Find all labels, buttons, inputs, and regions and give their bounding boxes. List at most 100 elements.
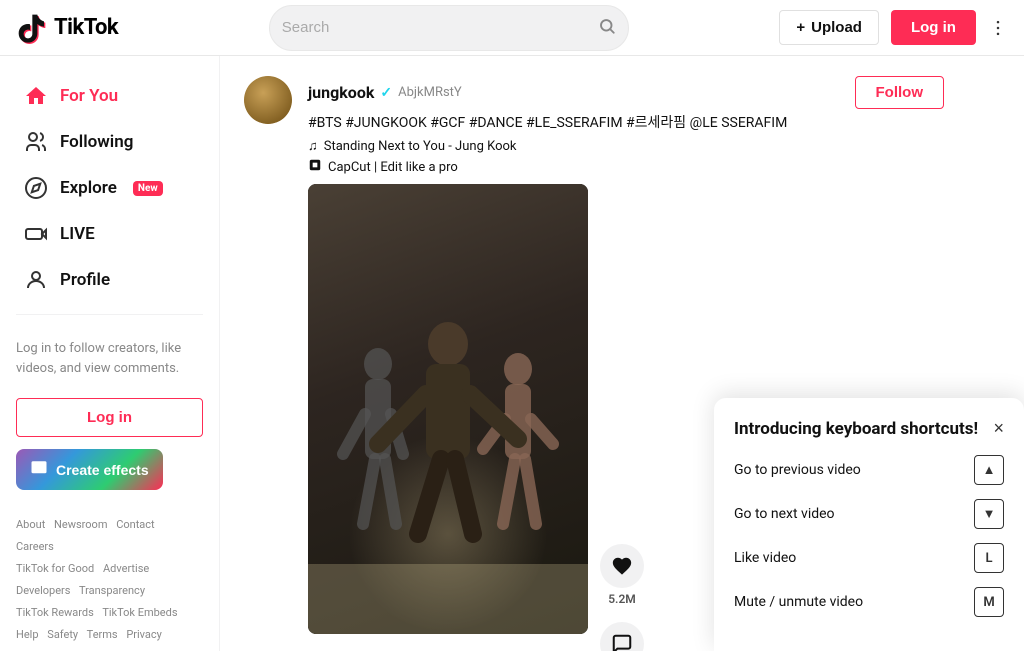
footer-link-terms[interactable]: Terms xyxy=(87,628,118,641)
description-text: #BTS #JUNGKOOK #GCF #DANCE #LE_SSERAFIM … xyxy=(308,115,787,131)
sidebar-item-for-you[interactable]: For You xyxy=(8,74,211,118)
follow-button[interactable]: Follow xyxy=(855,76,945,109)
header: TikTok + Upload Log in xyxy=(0,0,1024,56)
live-label: LIVE xyxy=(60,224,95,244)
sidebar-item-following[interactable]: Following xyxy=(8,120,211,164)
footer-link-tiktokforgood[interactable]: TikTok for Good xyxy=(16,562,94,575)
shortcut-row-like: Like video L xyxy=(734,543,1004,573)
effects-icon xyxy=(30,459,48,480)
sidebar: For You Following Explore New LIVE xyxy=(0,56,220,651)
footer-link-safety[interactable]: Safety xyxy=(47,628,78,641)
footer-links-row1: About Newsroom Contact Careers xyxy=(16,514,203,558)
login-prompt: Log in to follow creators, like videos, … xyxy=(0,327,219,390)
post-capcut: CapCut | Edit like a pro xyxy=(308,158,944,176)
comment-icon xyxy=(600,622,644,651)
shortcut-mute-key: M xyxy=(974,587,1004,617)
capcut-text[interactable]: CapCut | Edit like a pro xyxy=(328,160,458,175)
music-note-icon: ♫ xyxy=(308,138,318,154)
footer-links-row4: TikTok Rewards TikTok Embeds xyxy=(16,602,203,624)
post-description: #BTS #JUNGKOOK #GCF #DANCE #LE_SSERAFIM … xyxy=(308,113,944,134)
shortcut-prev-label: Go to previous video xyxy=(734,462,861,478)
logo-text: TikTok xyxy=(54,15,118,40)
footer-link-embeds[interactable]: TikTok Embeds xyxy=(102,606,177,619)
footer-link-contact[interactable]: Contact xyxy=(116,518,154,531)
sidebar-item-live[interactable]: LIVE xyxy=(8,212,211,256)
like-count: 5.2M xyxy=(608,592,636,606)
close-icon: × xyxy=(993,418,1004,438)
sidebar-item-explore[interactable]: Explore New xyxy=(8,166,211,210)
footer-link-developers[interactable]: Developers xyxy=(16,584,70,597)
footer-link-careers[interactable]: Careers xyxy=(16,540,54,553)
shortcut-row-next: Go to next video ▼ xyxy=(734,499,1004,529)
post-header: jungkook ✓ AbjkMRstY Follow xyxy=(308,76,944,109)
home-icon xyxy=(24,84,48,108)
video-thumbnail[interactable] xyxy=(308,184,588,634)
footer-links-row6: Creator Portal xyxy=(16,646,203,651)
footer-links-row3: Developers Transparency xyxy=(16,580,203,602)
post-handle: AbjkMRstY xyxy=(398,85,462,100)
close-shortcuts-button[interactable]: × xyxy=(993,418,1004,439)
comment-action[interactable]: 91.5K xyxy=(600,622,644,651)
footer-link-advertise[interactable]: Advertise xyxy=(103,562,149,575)
create-effects-label: Create effects xyxy=(56,462,149,478)
footer-link-transparency[interactable]: Transparency xyxy=(79,584,145,597)
verified-icon: ✓ xyxy=(380,85,392,101)
for-you-label: For You xyxy=(60,86,118,106)
shortcut-like-key: L xyxy=(974,543,1004,573)
upload-button[interactable]: + Upload xyxy=(779,10,879,45)
shortcuts-title: Introducing keyboard shortcuts! xyxy=(734,419,978,439)
footer-link-about[interactable]: About xyxy=(16,518,45,531)
person-icon xyxy=(24,268,48,292)
more-options-button[interactable] xyxy=(988,18,1008,38)
video-inner xyxy=(308,184,588,634)
upload-plus-icon: + xyxy=(796,19,805,36)
footer-link-help[interactable]: Help xyxy=(16,628,39,641)
sidebar-item-profile[interactable]: Profile xyxy=(8,258,211,302)
capcut-icon xyxy=(308,158,322,176)
shortcut-row-mute: Mute / unmute video M xyxy=(734,587,1004,617)
sidebar-nav: For You Following Explore New LIVE xyxy=(0,74,219,302)
people-icon xyxy=(24,130,48,154)
upload-label: Upload xyxy=(811,19,862,36)
like-action[interactable]: 5.2M xyxy=(600,544,644,606)
avatar-image xyxy=(244,76,292,124)
shortcuts-panel: Introducing keyboard shortcuts! × Go to … xyxy=(714,398,1024,651)
profile-label: Profile xyxy=(60,270,110,290)
footer-link-newsroom[interactable]: Newsroom xyxy=(54,518,107,531)
footer-link-privacy[interactable]: Privacy xyxy=(126,628,162,641)
music-text[interactable]: Standing Next to You - Jung Kook xyxy=(324,139,517,154)
footer-links-row5: Help Safety Terms Privacy xyxy=(16,624,203,646)
footer-link-rewards[interactable]: TikTok Rewards xyxy=(16,606,94,619)
explore-label: Explore xyxy=(60,178,117,198)
shortcut-like-label: Like video xyxy=(734,550,796,566)
shortcut-row-prev: Go to previous video ▲ xyxy=(734,455,1004,485)
shortcut-prev-key: ▲ xyxy=(974,455,1004,485)
search-bar xyxy=(269,5,629,51)
username-text[interactable]: jungkook xyxy=(308,83,374,102)
sidebar-login-button[interactable]: Log in xyxy=(16,398,203,437)
post-username: jungkook ✓ AbjkMRstY xyxy=(308,83,462,102)
post-music: ♫ Standing Next to You - Jung Kook xyxy=(308,138,944,154)
shortcut-mute-label: Mute / unmute video xyxy=(734,594,863,610)
compass-icon xyxy=(24,176,48,200)
video-actions: 5.2M 91.5K xyxy=(600,184,644,651)
create-effects-button[interactable]: Create effects xyxy=(16,449,163,490)
post-avatar[interactable] xyxy=(244,76,292,124)
sidebar-divider xyxy=(16,314,203,315)
header-right: + Upload Log in xyxy=(779,10,1008,45)
video-silhouette xyxy=(308,184,588,634)
sidebar-footer: About Newsroom Contact Careers TikTok fo… xyxy=(0,502,219,651)
tiktok-logo[interactable]: TikTok xyxy=(16,12,118,44)
like-icon xyxy=(600,544,644,588)
shortcuts-header: Introducing keyboard shortcuts! × xyxy=(734,418,1004,439)
footer-links-row2: TikTok for Good Advertise xyxy=(16,558,203,580)
search-icon[interactable] xyxy=(598,17,616,39)
shortcut-next-label: Go to next video xyxy=(734,506,835,522)
explore-badge: New xyxy=(133,181,163,196)
following-label: Following xyxy=(60,132,133,152)
search-input[interactable] xyxy=(282,19,598,36)
header-login-button[interactable]: Log in xyxy=(891,10,976,45)
header-left: TikTok xyxy=(16,12,118,44)
shortcut-next-key: ▼ xyxy=(974,499,1004,529)
live-icon xyxy=(24,222,48,246)
